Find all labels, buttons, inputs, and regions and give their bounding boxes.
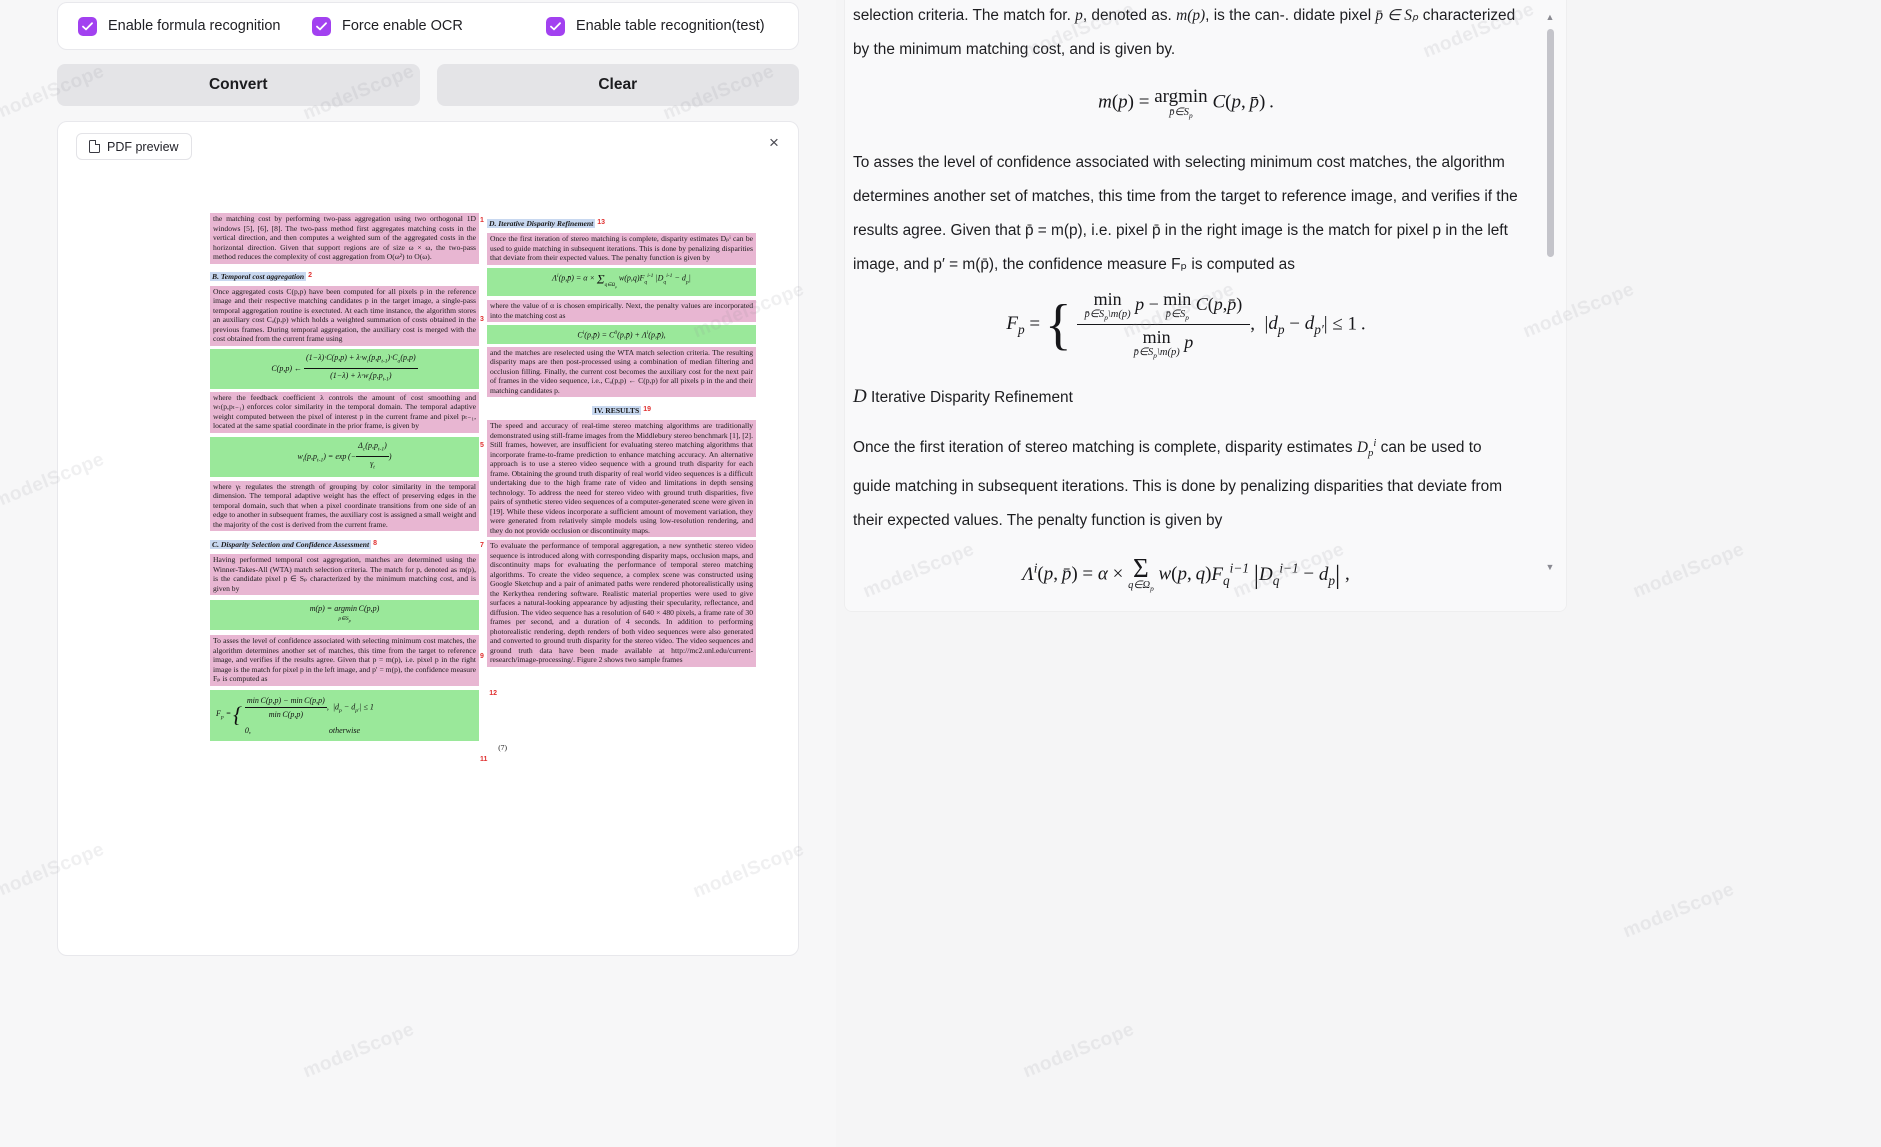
pdf-column-left: the matching cost by performing two-pass… bbox=[210, 213, 509, 955]
pdf-text: and the matches are reselected using the… bbox=[487, 346, 756, 398]
pdf-block-formula: Λi(p,p̄) = α × Σq∈Ωp w(p,q)Fqi-1 |Dqi-1 … bbox=[487, 267, 756, 297]
pdf-block-text: To evaluate the performance of temporal … bbox=[487, 540, 756, 667]
pdf-formula: C(p,p) ← (1−λ)·C(p,p) + λ·wt(p,pt-1)·Ca(… bbox=[210, 348, 479, 389]
pdf-text: To evaluate the performance of temporal … bbox=[487, 540, 756, 667]
pdf-annotation-number: 2 bbox=[308, 271, 313, 279]
markdown-content: selection criteria. The match for. p, de… bbox=[845, 0, 1545, 611]
pdf-preview-header: PDF preview × bbox=[58, 122, 798, 170]
pdf-heading: C. Disparity Selection and Confidence As… bbox=[210, 540, 372, 550]
md-text: , is the can-. didate pixel bbox=[1205, 7, 1376, 24]
pdf-text: where the feedback coefficient λ control… bbox=[210, 391, 479, 433]
pdf-heading: D. Iterative Disparity Refinement bbox=[487, 219, 596, 228]
pdf-heading: B. Temporal cost aggregation bbox=[210, 271, 307, 281]
md-text: , denoted as. bbox=[1082, 7, 1177, 24]
pdf-text: The speed and accuracy of real-time ster… bbox=[487, 420, 756, 538]
pdf-text: where γₜ regulates the strength of group… bbox=[210, 480, 479, 532]
file-icon bbox=[89, 140, 100, 153]
action-button-row: Convert Clear bbox=[57, 64, 799, 106]
pdf-text: where the value of α is chosen empirical… bbox=[487, 300, 756, 323]
pdf-preview-card: PDF preview × the matching cost by perfo… bbox=[57, 121, 799, 956]
pdf-block-formula: Ci(p,p̄) = C0(p,p̄) + Λi(p,p̄), 17 bbox=[487, 325, 756, 344]
pdf-block-heading: IV. RESULTS 19 bbox=[487, 400, 756, 418]
pdf-block-text: where the value of α is chosen empirical… bbox=[487, 300, 756, 323]
pdf-formula: m(p) = argmin C(p,p) p∈Sp bbox=[210, 600, 479, 631]
pdf-heading: IV. RESULTS bbox=[592, 406, 642, 416]
pdf-annotation-number: 9 bbox=[480, 653, 484, 660]
pdf-block-formula: m(p) = argmin C(p,p)p∈Sp 10 (6) bbox=[210, 600, 509, 631]
pdf-block-heading: D. Iterative Disparity Refinement 13 bbox=[487, 213, 756, 231]
pdf-block-text: Once aggregated costs C(p,p) have been c… bbox=[210, 285, 479, 346]
pdf-annotation-number: 8 bbox=[373, 540, 377, 548]
clear-button[interactable]: Clear bbox=[436, 64, 799, 106]
pdf-block-text: the matching cost by performing two-pass… bbox=[210, 213, 479, 264]
pdf-block-text: To asses the level of confidence associa… bbox=[210, 635, 479, 686]
options-card: Enable formula recognition Force enable … bbox=[57, 2, 799, 50]
scroll-up-icon[interactable]: ▲ bbox=[1545, 11, 1555, 23]
tab-pdf-preview[interactable]: PDF preview bbox=[76, 133, 192, 160]
pdf-text: Having performed temporal cost aggregati… bbox=[210, 554, 479, 596]
markdown-heading: D Iterative Disparity Refinement bbox=[853, 386, 1519, 408]
tab-label: PDF preview bbox=[107, 139, 179, 154]
markdown-paragraph: selection criteria. The match for. p, de… bbox=[853, 0, 1519, 67]
markdown-equation: m(p) = argmin p̄∈Sp C(p, p̄) . bbox=[1098, 86, 1274, 121]
pdf-text: To asses the level of confidence associa… bbox=[210, 635, 479, 686]
checkbox-formula-recognition[interactable] bbox=[78, 16, 97, 36]
pdf-block-heading: B. Temporal cost aggregation 2 bbox=[210, 266, 479, 284]
checkbox-table-recognition[interactable] bbox=[545, 16, 565, 36]
pdf-block-text: where γₜ regulates the strength of group… bbox=[210, 480, 479, 532]
md-heading-letter: D bbox=[853, 386, 867, 408]
pdf-block-formula: C(p,p) ← (1−λ)·C(p,p) + λ·wt(p,pt-1)·Ca(… bbox=[210, 348, 509, 389]
md-math: p bbox=[1075, 7, 1083, 24]
markdown-paragraph: Once the first iteration of stereo match… bbox=[853, 437, 1503, 530]
pdf-page[interactable]: the matching cost by performing two-pass… bbox=[210, 213, 756, 955]
content-fade bbox=[845, 589, 1566, 611]
pdf-annotation-number: 7 bbox=[480, 542, 484, 549]
pdf-formula: Ci(p,p̄) = C0(p,p̄) + Λi(p,p̄), bbox=[487, 325, 756, 344]
checkbox-force-ocr[interactable] bbox=[311, 16, 331, 36]
pdf-block-text: Having performed temporal cost aggregati… bbox=[210, 554, 479, 596]
convert-button[interactable]: Convert bbox=[57, 64, 420, 106]
pdf-annotation-number: 3 bbox=[480, 316, 484, 323]
option-label: Enable table recognition(test) bbox=[575, 18, 765, 34]
left-panel: Enable formula recognition Force enable … bbox=[0, 0, 836, 1147]
pdf-block-text: where the feedback coefficient λ control… bbox=[210, 391, 479, 433]
pdf-block-formula: Fp = { min C(p,p) − min C(p,p) min C(p,p)… bbox=[210, 689, 507, 752]
md-math: p̄ ∈ Sₚ bbox=[1375, 7, 1419, 24]
pdf-text: Once the first iteration of stereo match… bbox=[487, 233, 756, 265]
markdown-paragraph: To asses the level of confidence associa… bbox=[853, 153, 1518, 273]
pdf-block-formula: wt(p,pt-1) = exp (−Δc(p,pt-1)γt) 6 (5) bbox=[210, 436, 509, 477]
pdf-formula: wt(p,pt-1) = exp (− Δc(p,pt-1) γt) bbox=[210, 436, 479, 477]
option-enable-formula-recognition[interactable]: Enable formula recognition bbox=[78, 16, 312, 36]
md-heading-text: Iterative Disparity Refinement bbox=[871, 389, 1073, 407]
pdf-text: the matching cost by performing two-pass… bbox=[210, 213, 479, 264]
pdf-text: Once aggregated costs C(p,p) have been c… bbox=[210, 285, 479, 346]
pdf-annotation-number: 13 bbox=[597, 219, 605, 226]
option-force-enable-ocr[interactable]: Force enable OCR bbox=[311, 16, 546, 36]
option-label: Force enable OCR bbox=[341, 18, 463, 34]
pdf-column-right: D. Iterative Disparity Refinement 13 Once… bbox=[487, 213, 756, 955]
md-text: selection criteria. The match for. bbox=[853, 7, 1076, 24]
right-panel: selection criteria. The match for. p, de… bbox=[836, 0, 1881, 1147]
pdf-annotation-number: 1 bbox=[480, 217, 484, 224]
md-math: m(p) bbox=[1176, 7, 1206, 24]
scroll-down-icon[interactable]: ▼ bbox=[1545, 561, 1555, 573]
pdf-formula: Fp = { min C(p,p) − min C(p,p) min C(p,p)… bbox=[210, 689, 479, 741]
option-label: Enable formula recognition bbox=[108, 18, 281, 34]
pdf-annotation-number: 11 bbox=[480, 756, 488, 763]
pdf-block-text: and the matches are reselected using the… bbox=[487, 346, 756, 398]
scrollbar-thumb[interactable] bbox=[1547, 29, 1554, 257]
pdf-block-text: Once the first iteration of stereo match… bbox=[487, 233, 756, 265]
markdown-equation: Fp = { min p̄∈Sp\m(p) p − min p̄∈Sp C(p,p̄… bbox=[1006, 288, 1366, 361]
close-icon[interactable]: × bbox=[763, 131, 785, 153]
pdf-block-heading: C. Disparity Selection and Confidence As… bbox=[210, 534, 479, 552]
pdf-block-text: The speed and accuracy of real-time ster… bbox=[487, 420, 756, 538]
markdown-output-card[interactable]: selection criteria. The match for. p, de… bbox=[844, 0, 1567, 612]
pdf-formula: Λi(p,p̄) = α × Σq∈Ωp w(p,q)Fqi-1 |Dqi-1 … bbox=[487, 267, 756, 297]
option-enable-table-recognition[interactable]: Enable table recognition(test) bbox=[545, 16, 778, 36]
markdown-scrollbar[interactable]: ▲ ▼ bbox=[1544, 0, 1556, 611]
markdown-equation: Λi(p, p̄) = α × Σq∈Ωp w(p, q)Fqi−1 |Dqi−… bbox=[1022, 553, 1350, 592]
pdf-annotation-number: 19 bbox=[643, 406, 651, 414]
pdf-annotation-number: 5 bbox=[480, 442, 484, 449]
